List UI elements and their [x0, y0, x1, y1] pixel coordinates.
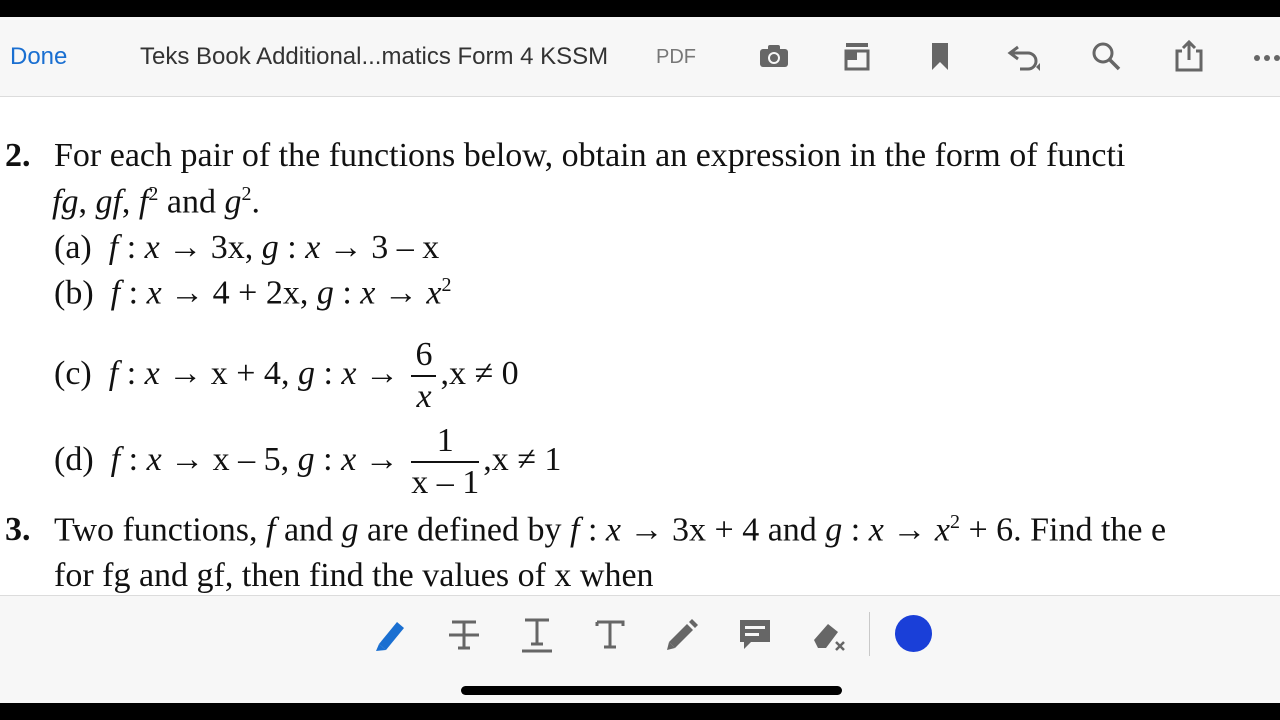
search-icon[interactable]: [1089, 39, 1123, 73]
fg-term: fg: [52, 183, 79, 221]
highlight-pen-icon[interactable]: [371, 614, 411, 654]
domain-condition: x ≠ 0: [448, 354, 519, 392]
question-3-text-line2: for fg and gf, then find the values of x…: [54, 557, 654, 595]
g-fraction: 1 x – 1: [411, 421, 480, 503]
part-d: (d) f : x → x – 5, g : x → 1 x – 1 ,x ≠ …: [54, 421, 562, 503]
eraser-icon[interactable]: [808, 614, 848, 654]
part-label: (d): [54, 440, 94, 478]
g-expression: x: [426, 274, 442, 312]
q3-f-expression: 3x + 4: [672, 511, 760, 549]
f-squared-term: f: [138, 183, 149, 221]
part-b: (b) f : x → 4 + 2x, g : x → x2: [54, 274, 452, 312]
q3-g-base: x: [934, 511, 950, 549]
exponent: 2: [148, 183, 159, 205]
app-screen: Done Teks Book Additional...matics Form …: [0, 17, 1280, 703]
f-expression: x + 4: [210, 354, 281, 392]
q3-text-a: Two functions,: [54, 511, 258, 549]
exponent: 2: [441, 274, 452, 296]
f-expression: x – 5: [212, 440, 281, 478]
fraction-numerator: 1: [411, 421, 480, 463]
question-2-number: 2.: [5, 137, 31, 174]
pencil-icon[interactable]: [662, 614, 702, 654]
question-2-text: For each pair of the functions below, ob…: [54, 137, 1126, 174]
question-3-number: 3.: [5, 511, 31, 548]
done-button[interactable]: Done: [10, 43, 67, 71]
fraction-denominator: x: [416, 378, 432, 415]
toolbar-divider: [869, 612, 870, 656]
domain-condition: x ≠ 1: [491, 440, 562, 478]
q3-text-and2: and: [767, 511, 817, 549]
share-icon[interactable]: [1172, 39, 1206, 73]
strikethrough-icon[interactable]: [444, 614, 484, 654]
more-icon[interactable]: [1252, 39, 1280, 73]
page-layout-icon[interactable]: [840, 39, 874, 73]
part-a: (a) f : x → 3x, g : x → 3 – x: [54, 229, 440, 266]
color-picker-swatch[interactable]: [895, 615, 932, 652]
undo-icon[interactable]: [1006, 39, 1042, 73]
document-title: Teks Book Additional...matics Form 4 KSS…: [140, 43, 609, 70]
exponent: 2: [241, 183, 252, 205]
and-text: and: [166, 183, 216, 221]
question-2-text-line2: fg, gf, f2 and g2.: [52, 183, 260, 221]
part-c: (c) f : x → x + 4, g : x → 6 x ,x ≠ 0: [54, 335, 519, 417]
fraction-numerator: 6: [411, 335, 437, 377]
gf-term: gf: [95, 183, 122, 221]
home-indicator[interactable]: [461, 686, 842, 695]
question-3-text-line1: Two functions, f and g are defined by f …: [54, 511, 1167, 549]
annotation-toolbar: [0, 595, 1280, 703]
part-label: (a): [54, 229, 92, 266]
camera-icon[interactable]: [757, 39, 791, 73]
fraction-denominator: x – 1: [411, 464, 480, 501]
top-toolbar: Done Teks Book Additional...matics Form …: [0, 17, 1280, 97]
g-fraction: 6 x: [411, 335, 437, 417]
g-expression: 3 – x: [371, 229, 440, 266]
document-type-label: PDF: [656, 46, 696, 68]
q3-text-and: and: [283, 511, 334, 549]
pdf-page-content: 2. For each pair of the functions below,…: [0, 97, 1280, 595]
f-expression: 4 + 2x: [212, 274, 300, 312]
q3-text-line2: for fg and gf, then find the values of x…: [54, 557, 654, 594]
q3-text-f: + 6. Find the e: [968, 511, 1167, 549]
part-label: (c): [54, 354, 92, 392]
bookmark-icon[interactable]: [923, 39, 957, 73]
exponent: 2: [949, 511, 960, 533]
f-expression: 3x: [210, 229, 245, 266]
underline-icon[interactable]: [517, 614, 557, 654]
question-2-text-line1: For each pair of the functions below, ob…: [54, 137, 1125, 175]
text-icon[interactable]: [590, 614, 630, 654]
g-squared-term: g: [224, 183, 242, 221]
part-label: (b): [54, 274, 94, 312]
q3-text-c: are defined by: [367, 511, 562, 549]
comment-icon[interactable]: [735, 614, 775, 654]
